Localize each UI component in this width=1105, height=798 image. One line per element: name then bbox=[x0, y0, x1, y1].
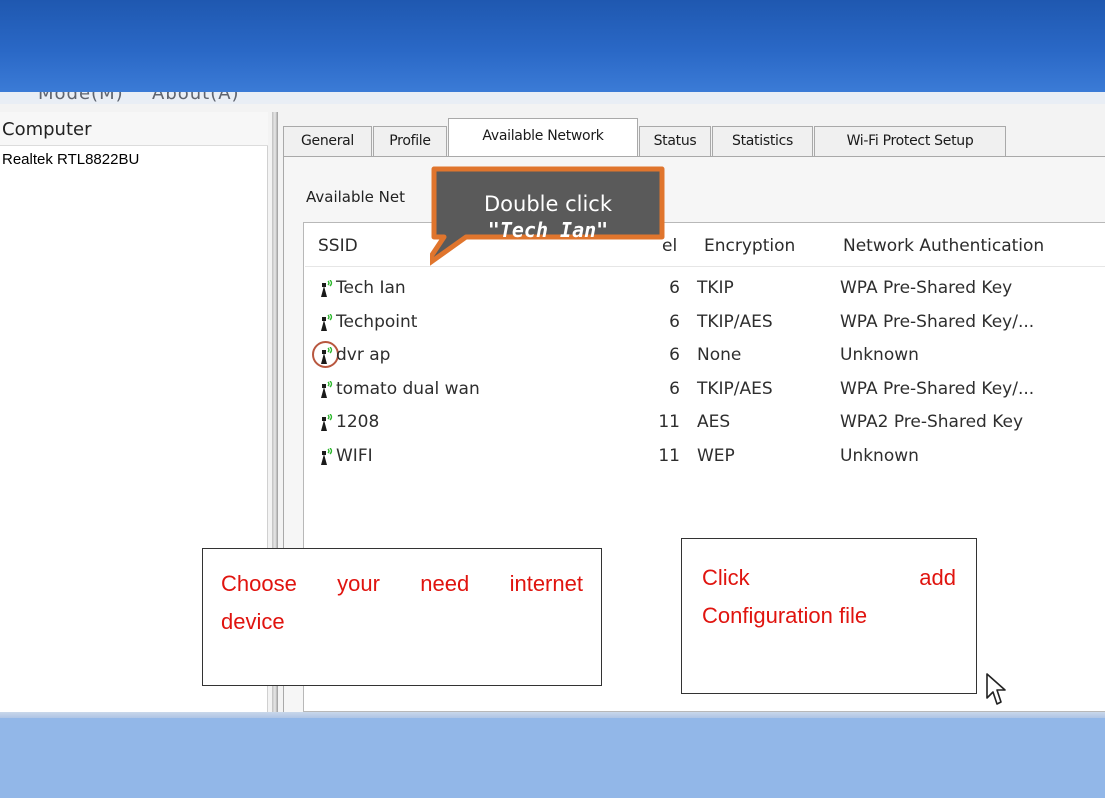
tab-available-network[interactable]: Available Network bbox=[448, 118, 638, 157]
channel-cell: 6 bbox=[669, 278, 680, 298]
annotation-word: Click bbox=[702, 565, 750, 590]
annotation-choose-device: Choose your need internet device bbox=[202, 548, 602, 686]
auth-cell: WPA Pre-Shared Key/... bbox=[840, 379, 1035, 399]
network-row[interactable]: Techpoint 6 TKIP/AES WPA Pre-Shared Key/… bbox=[305, 312, 1105, 346]
auth-cell: WPA Pre-Shared Key/... bbox=[840, 312, 1035, 332]
channel-cell: 11 bbox=[658, 446, 680, 466]
header-divider bbox=[305, 266, 1105, 267]
wifi-signal-icon bbox=[321, 414, 333, 431]
annotation-line: Configuration file bbox=[702, 603, 868, 628]
network-row[interactable]: 1208 11 AES WPA2 Pre-Shared Key bbox=[305, 412, 1105, 446]
device-tree-header: Computer bbox=[0, 112, 268, 146]
ssid-text: 1208 bbox=[336, 412, 380, 432]
channel-cell: 11 bbox=[658, 412, 680, 432]
channel-cell: 6 bbox=[669, 379, 680, 399]
device-tree-item[interactable]: Realtek RTL8822BU bbox=[0, 148, 262, 170]
network-row[interactable]: Tech Ian 6 TKIP WPA Pre-Shared Key bbox=[305, 278, 1105, 312]
menu-about[interactable]: About(A) bbox=[152, 92, 240, 104]
tab-statistics[interactable]: Statistics bbox=[712, 126, 813, 156]
ssid-text: WIFI bbox=[336, 446, 373, 466]
title-bar bbox=[0, 0, 1105, 92]
ssid-text: tomato dual wan bbox=[336, 379, 480, 399]
mouse-pointer-icon bbox=[986, 673, 1006, 705]
annotation-word: need bbox=[420, 571, 470, 596]
column-header-authentication[interactable]: Network Authentication bbox=[843, 236, 1044, 256]
channel-cell: 6 bbox=[669, 312, 680, 332]
encryption-cell: TKIP/AES bbox=[697, 312, 773, 332]
encryption-cell: None bbox=[697, 345, 742, 365]
tab-wifi-protect-setup[interactable]: Wi-Fi Protect Setup bbox=[814, 126, 1006, 156]
tab-status[interactable]: Status bbox=[639, 126, 711, 156]
wifi-signal-icon bbox=[321, 448, 333, 465]
wifi-signal-icon bbox=[321, 381, 333, 398]
ssid-text: dvr ap bbox=[336, 345, 391, 365]
annotation-line: device bbox=[221, 609, 285, 634]
auth-cell: Unknown bbox=[840, 345, 919, 365]
tab-general[interactable]: General bbox=[283, 126, 372, 156]
channel-cell: 6 bbox=[669, 345, 680, 365]
network-row[interactable]: tomato dual wan 6 TKIP/AES WPA Pre-Share… bbox=[305, 379, 1105, 413]
column-header-ssid[interactable]: SSID bbox=[318, 236, 358, 256]
menu-mode[interactable]: Mode(M) bbox=[38, 92, 124, 104]
auth-cell: WPA Pre-Shared Key bbox=[840, 278, 1013, 298]
annotation-add-config: Click add Configuration file bbox=[681, 538, 977, 694]
ssid-text: Techpoint bbox=[336, 312, 418, 332]
auth-cell: Unknown bbox=[840, 446, 919, 466]
tab-profile[interactable]: Profile bbox=[373, 126, 447, 156]
network-row[interactable]: dvr ap 6 None Unknown bbox=[305, 341, 1105, 379]
network-row[interactable]: WIFI 11 WEP Unknown bbox=[305, 446, 1105, 480]
auth-cell: WPA2 Pre-Shared Key bbox=[840, 412, 1024, 432]
callout-line1: Double click bbox=[484, 192, 613, 216]
desktop-background bbox=[0, 718, 1105, 798]
callout-line2: "Tech Ian" bbox=[488, 218, 608, 242]
encryption-cell: AES bbox=[697, 412, 731, 432]
ssid-text: Tech Ian bbox=[336, 278, 406, 298]
instruction-callout: Double click "Tech Ian" bbox=[430, 166, 665, 266]
wifi-signal-icon bbox=[321, 347, 333, 364]
annotation-word: internet bbox=[509, 571, 583, 596]
menu-bar: Mode(M) About(A) bbox=[0, 92, 1105, 104]
annotation-word: Choose bbox=[221, 571, 297, 596]
encryption-cell: TKIP bbox=[697, 278, 734, 298]
encryption-cell: WEP bbox=[697, 446, 735, 466]
encryption-cell: TKIP/AES bbox=[697, 379, 773, 399]
available-networks-label: Available Net bbox=[306, 188, 405, 206]
annotation-word: your bbox=[337, 571, 380, 596]
wifi-signal-icon bbox=[321, 314, 333, 331]
annotation-word: add bbox=[919, 565, 956, 590]
wifi-signal-icon bbox=[321, 280, 333, 297]
column-header-encryption[interactable]: Encryption bbox=[704, 236, 795, 256]
